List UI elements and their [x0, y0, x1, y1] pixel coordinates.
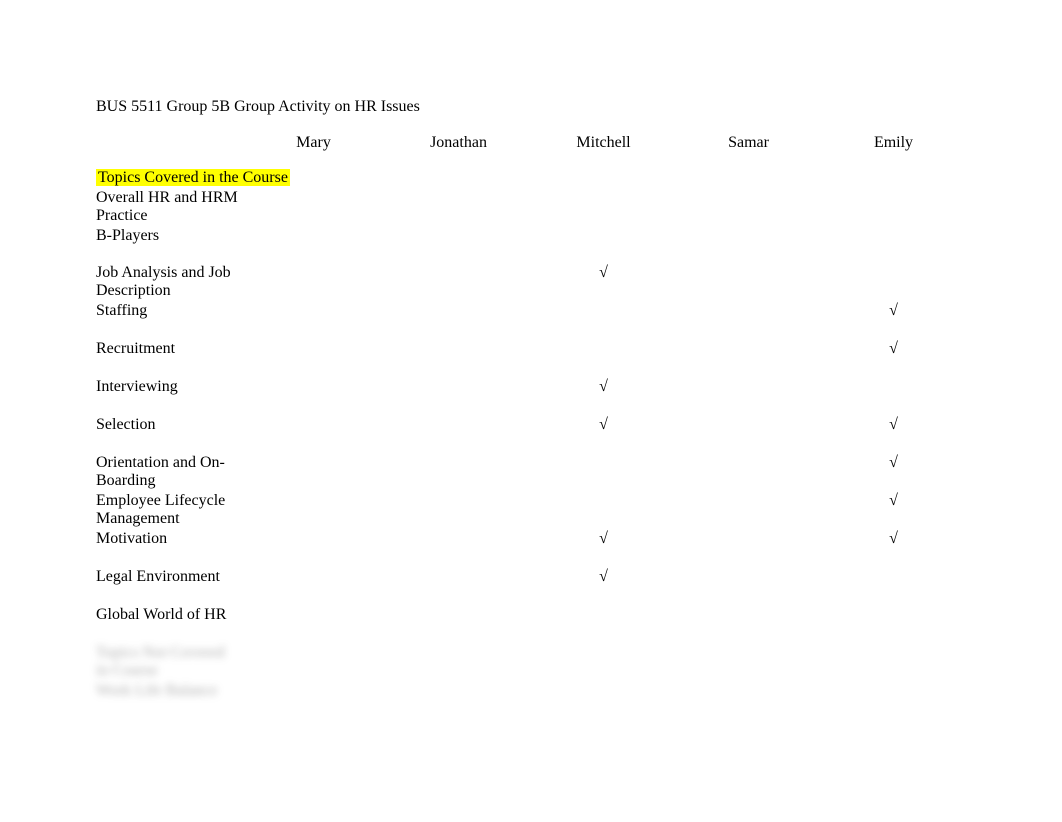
- cell-jonathan: [386, 301, 531, 339]
- row-label: Staffing: [96, 301, 241, 339]
- table-row: Legal Environment √: [96, 567, 966, 605]
- header-mary: Mary: [241, 130, 386, 168]
- cell-jonathan: [386, 226, 531, 246]
- page-title: BUS 5511 Group 5B Group Activity on HR I…: [96, 98, 966, 116]
- cell-samar: [676, 226, 821, 246]
- table-row: Orientation and On-Boarding √: [96, 453, 966, 491]
- cell-mary: [241, 226, 386, 246]
- cell-jonathan: [386, 246, 531, 301]
- row-label: Orientation and On-Boarding: [96, 453, 241, 491]
- cell-emily: √: [821, 453, 966, 491]
- cell-mitchell: [531, 491, 676, 529]
- cell-emily: [821, 377, 966, 415]
- hr-topics-table: Mary Jonathan Mitchell Samar Emily Topic…: [96, 130, 966, 701]
- cell-mitchell: √: [531, 246, 676, 301]
- cell-emily: √: [821, 415, 966, 453]
- table-row: Selection √ √: [96, 415, 966, 453]
- row-label: Recruitment: [96, 339, 241, 377]
- cell-mitchell: [531, 605, 676, 643]
- header-emily: Emily: [821, 130, 966, 168]
- table-row: Staffing √: [96, 301, 966, 339]
- cell-emily: [821, 567, 966, 605]
- cell-jonathan: [386, 491, 531, 529]
- cell-mary: [241, 339, 386, 377]
- cell-mary: [241, 246, 386, 301]
- row-label: Overall HR and HRM Practice: [96, 188, 241, 226]
- cell-samar: [676, 529, 821, 567]
- blurred-row: Topics Not Covered in Course: [96, 643, 966, 681]
- table-row: Global World of HR: [96, 605, 966, 643]
- row-label: Global World of HR: [96, 605, 241, 643]
- section-heading: Topics Covered in the Course: [96, 169, 290, 186]
- cell-emily: [821, 605, 966, 643]
- cell-mitchell: [531, 339, 676, 377]
- cell-jonathan: [386, 529, 531, 567]
- cell-mary: [241, 605, 386, 643]
- cell-mitchell: √: [531, 529, 676, 567]
- table-row: Recruitment √: [96, 339, 966, 377]
- cell-samar: [676, 246, 821, 301]
- cell-mitchell: [531, 188, 676, 226]
- table-row: Employee Lifecycle Management √: [96, 491, 966, 529]
- row-label: Interviewing: [96, 377, 241, 415]
- cell-samar: [676, 567, 821, 605]
- cell-jonathan: [386, 415, 531, 453]
- cell-jonathan: [386, 567, 531, 605]
- cell-samar: [676, 188, 821, 226]
- row-label: Employee Lifecycle Management: [96, 491, 241, 529]
- cell-samar: [676, 377, 821, 415]
- cell-samar: [676, 453, 821, 491]
- row-label: Selection: [96, 415, 241, 453]
- cell-mary: [241, 529, 386, 567]
- row-label: Legal Environment: [96, 567, 241, 605]
- cell-mitchell: √: [531, 415, 676, 453]
- cell-emily: √: [821, 529, 966, 567]
- cell-mary: [241, 377, 386, 415]
- cell-mary: [241, 415, 386, 453]
- cell-mitchell: [531, 226, 676, 246]
- blurred-label: Topics Not Covered in Course: [96, 643, 241, 681]
- cell-jonathan: [386, 377, 531, 415]
- cell-jonathan: [386, 605, 531, 643]
- cell-emily: [821, 226, 966, 246]
- table-row: Overall HR and HRM Practice: [96, 188, 966, 226]
- cell-emily: √: [821, 301, 966, 339]
- cell-mary: [241, 453, 386, 491]
- cell-mary: [241, 301, 386, 339]
- cell-jonathan: [386, 453, 531, 491]
- cell-samar: [676, 301, 821, 339]
- cell-emily: [821, 188, 966, 226]
- table-row: B-Players: [96, 226, 966, 246]
- cell-jonathan: [386, 339, 531, 377]
- cell-mitchell: [531, 301, 676, 339]
- table-row: Motivation √ √: [96, 529, 966, 567]
- blurred-label: Work Life Balance: [96, 681, 241, 701]
- cell-mary: [241, 567, 386, 605]
- cell-samar: [676, 339, 821, 377]
- cell-samar: [676, 415, 821, 453]
- header-empty: [96, 130, 241, 168]
- cell-emily: √: [821, 491, 966, 529]
- cell-samar: [676, 491, 821, 529]
- cell-samar: [676, 605, 821, 643]
- section-heading-row: Topics Covered in the Course: [96, 168, 966, 188]
- cell-emily: √: [821, 339, 966, 377]
- header-jonathan: Jonathan: [386, 130, 531, 168]
- row-label: B-Players: [96, 226, 241, 246]
- row-label: Job Analysis and Job Description: [96, 246, 241, 301]
- cell-mary: [241, 491, 386, 529]
- table-row: Interviewing √: [96, 377, 966, 415]
- cell-jonathan: [386, 188, 531, 226]
- cell-mitchell: √: [531, 567, 676, 605]
- header-samar: Samar: [676, 130, 821, 168]
- blurred-row: Work Life Balance: [96, 681, 966, 701]
- cell-emily: [821, 246, 966, 301]
- cell-mitchell: [531, 453, 676, 491]
- row-label: Motivation: [96, 529, 241, 567]
- cell-mary: [241, 188, 386, 226]
- table-row: Job Analysis and Job Description √: [96, 246, 966, 301]
- cell-mitchell: √: [531, 377, 676, 415]
- header-row: Mary Jonathan Mitchell Samar Emily: [96, 130, 966, 168]
- header-mitchell: Mitchell: [531, 130, 676, 168]
